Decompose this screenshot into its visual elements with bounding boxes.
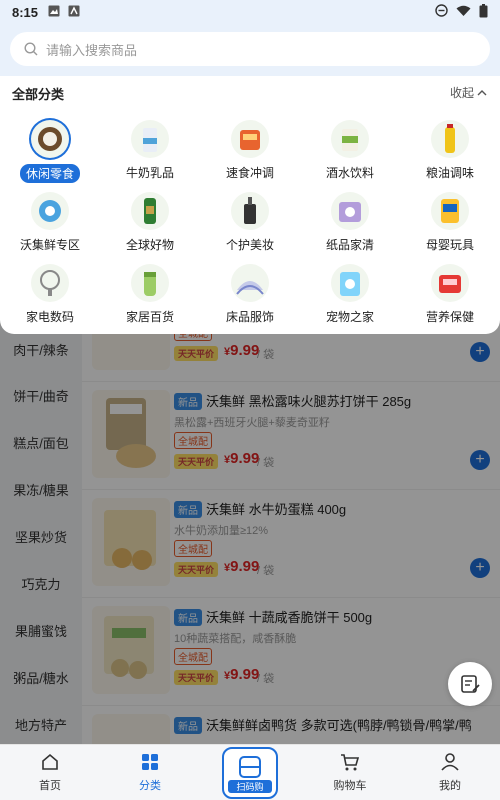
category-label: 酒水饮料 xyxy=(325,166,374,180)
category-label: 沃集鲜专区 xyxy=(19,238,80,252)
category-home-goods[interactable]: 家居百货 xyxy=(100,264,200,330)
tab-mine-label: 我的 xyxy=(439,780,461,792)
tab-mine[interactable]: 我的 xyxy=(400,751,500,793)
floating-edit-button[interactable] xyxy=(448,662,492,706)
search-bar-container: 请输入搜索商品 xyxy=(0,24,500,76)
category-grain-oil[interactable]: 粮油调味 xyxy=(400,120,500,186)
tab-cart[interactable]: 购物车 xyxy=(300,751,400,793)
category-label: 床品服饰 xyxy=(225,310,274,324)
all-categories-sheet: 全部分类 收起 休闲零食 牛奶乳品 速食冲调 酒水饮料 粮油调味 沃集鲜专区 全… xyxy=(0,76,500,334)
category-health[interactable]: 营养保健 xyxy=(400,264,500,330)
milk-icon xyxy=(131,120,169,158)
image-notification-icon xyxy=(48,5,60,20)
pet-icon xyxy=(331,264,369,302)
bedding-icon xyxy=(231,264,269,302)
category-label: 营养保健 xyxy=(425,310,474,324)
sheet-title: 全部分类 xyxy=(12,87,65,102)
category-label: 全球好物 xyxy=(125,238,174,252)
scan-icon xyxy=(239,756,261,778)
search-input[interactable]: 请输入搜索商品 xyxy=(10,32,490,66)
paper-cleaning-icon xyxy=(331,192,369,230)
category-icon xyxy=(142,754,158,770)
category-milk[interactable]: 牛奶乳品 xyxy=(100,120,200,186)
scan-label: 扫码购 xyxy=(228,780,272,793)
status-time: 8:15 xyxy=(12,4,39,20)
tab-home-label: 首页 xyxy=(39,780,61,792)
category-label: 速食冲调 xyxy=(225,166,274,180)
category-label: 家居百货 xyxy=(125,310,174,324)
category-label: 纸品家清 xyxy=(325,238,374,252)
tab-category[interactable]: 分类 xyxy=(100,751,200,793)
category-pet[interactable]: 宠物之家 xyxy=(300,264,400,330)
category-label: 休闲零食 xyxy=(19,164,80,183)
app-notification-icon xyxy=(68,5,80,20)
category-appliance[interactable]: 家电数码 xyxy=(0,264,100,330)
category-baby-toy[interactable]: 母婴玩具 xyxy=(400,192,500,258)
health-icon xyxy=(431,264,469,302)
category-label: 宠物之家 xyxy=(325,310,374,324)
appliance-icon xyxy=(31,264,69,302)
home-icon xyxy=(42,753,58,770)
edit-note-icon xyxy=(461,675,480,693)
status-bar: 8:15 xyxy=(0,0,500,24)
sheet-header: 全部分类 收起 xyxy=(12,84,488,104)
grain-oil-icon xyxy=(431,120,469,158)
category-label: 牛奶乳品 xyxy=(125,166,174,180)
category-paper-cleaning[interactable]: 纸品家清 xyxy=(300,192,400,258)
instant-food-icon xyxy=(231,120,269,158)
user-icon xyxy=(441,753,459,771)
beauty-icon xyxy=(231,192,269,230)
category-label: 家电数码 xyxy=(25,310,74,324)
category-snacks[interactable]: 休闲零食 xyxy=(0,120,100,186)
search-icon xyxy=(24,42,38,56)
category-label: 个护美妆 xyxy=(225,238,274,252)
collapse-label: 收起 xyxy=(449,86,474,100)
beverage-icon xyxy=(331,120,369,158)
tab-category-label: 分类 xyxy=(139,780,161,792)
category-global-goods[interactable]: 全球好物 xyxy=(100,192,200,258)
fresh-zone-icon xyxy=(31,192,69,230)
snack-icon xyxy=(31,120,69,158)
category-bedding[interactable]: 床品服饰 xyxy=(200,264,300,330)
dnd-icon xyxy=(435,4,448,20)
tab-cart-label: 购物车 xyxy=(333,780,367,792)
category-instant-food[interactable]: 速食冲调 xyxy=(200,120,300,186)
battery-icon xyxy=(479,3,488,21)
cart-icon xyxy=(341,754,360,771)
collapse-button[interactable]: 收起 xyxy=(450,84,488,101)
home-goods-icon xyxy=(131,264,169,302)
category-beauty[interactable]: 个护美妆 xyxy=(200,192,300,258)
search-placeholder: 请输入搜索商品 xyxy=(46,42,138,58)
bottom-navigation: 首页 分类 扫码购 购物车 我的 xyxy=(0,744,500,800)
category-fresh-zone[interactable]: 沃集鲜专区 xyxy=(0,192,100,258)
baby-toy-icon xyxy=(431,192,469,230)
chevron-up-icon xyxy=(477,89,487,95)
scan-to-buy-button[interactable]: 扫码购 xyxy=(222,747,278,799)
global-goods-icon xyxy=(131,192,169,230)
category-label: 粮油调味 xyxy=(425,166,474,180)
wifi-icon xyxy=(456,5,471,20)
category-label: 母婴玩具 xyxy=(425,238,474,252)
category-beverage[interactable]: 酒水饮料 xyxy=(300,120,400,186)
tab-home[interactable]: 首页 xyxy=(0,751,100,793)
